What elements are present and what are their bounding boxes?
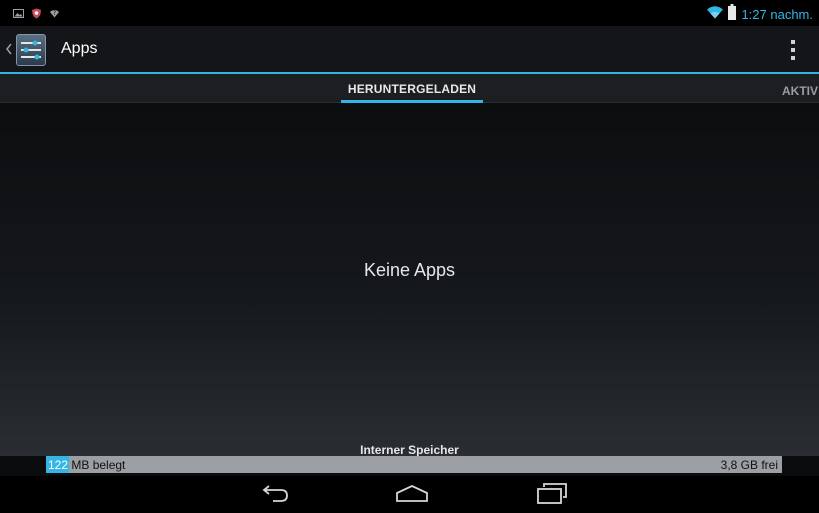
storage-free-text: 3,8 GB frei bbox=[720, 458, 778, 472]
storage-bar: 122 MB belegt 3,8 GB frei bbox=[46, 456, 782, 473]
page-title: Apps bbox=[61, 40, 98, 57]
navigation-bar bbox=[0, 476, 819, 513]
recents-button[interactable] bbox=[522, 480, 582, 508]
system-icons: 1:27 nachm. bbox=[707, 4, 813, 25]
svg-text:?: ? bbox=[53, 10, 56, 17]
settings-sliders-icon[interactable] bbox=[16, 34, 46, 66]
clock: 1:27 nachm. bbox=[741, 7, 813, 22]
storage-used-text: 122 MB belegt bbox=[48, 458, 125, 472]
storage-title: Interner Speicher bbox=[360, 443, 459, 457]
gallery-icon bbox=[13, 6, 24, 18]
tab-downloaded[interactable]: HERUNTERGELADEN bbox=[341, 74, 483, 103]
home-icon bbox=[396, 485, 428, 502]
home-button[interactable] bbox=[382, 480, 442, 508]
back-button[interactable] bbox=[245, 480, 305, 508]
up-caret-icon[interactable] bbox=[6, 42, 12, 60]
storage-used-unit: MB belegt bbox=[68, 458, 126, 472]
storage-used-number: 122 bbox=[48, 458, 69, 472]
battery-icon bbox=[728, 4, 737, 25]
wifi-icon bbox=[707, 5, 724, 24]
tab-label: HERUNTERGELADEN bbox=[347, 82, 477, 96]
recents-icon bbox=[537, 483, 567, 504]
tab-strip: HERUNTERGELADEN AKTIV bbox=[0, 74, 819, 103]
action-bar: Apps bbox=[0, 26, 819, 72]
wifi-question-icon: ? bbox=[49, 6, 60, 18]
app-list-area: Keine Apps bbox=[0, 103, 819, 456]
status-bar: ? 1:27 nachm. bbox=[0, 0, 819, 26]
screen: ? 1:27 nachm. Apps HERUNTERGELADEN AKTIV… bbox=[0, 0, 819, 513]
overflow-menu-icon[interactable] bbox=[789, 40, 797, 60]
back-icon bbox=[262, 485, 288, 502]
empty-state-text: Keine Apps bbox=[363, 260, 456, 280]
tab-label: AKTIV bbox=[782, 84, 818, 98]
shield-icon bbox=[31, 6, 42, 19]
notification-icons: ? bbox=[13, 6, 60, 19]
tab-running[interactable]: AKTIV bbox=[782, 82, 819, 100]
